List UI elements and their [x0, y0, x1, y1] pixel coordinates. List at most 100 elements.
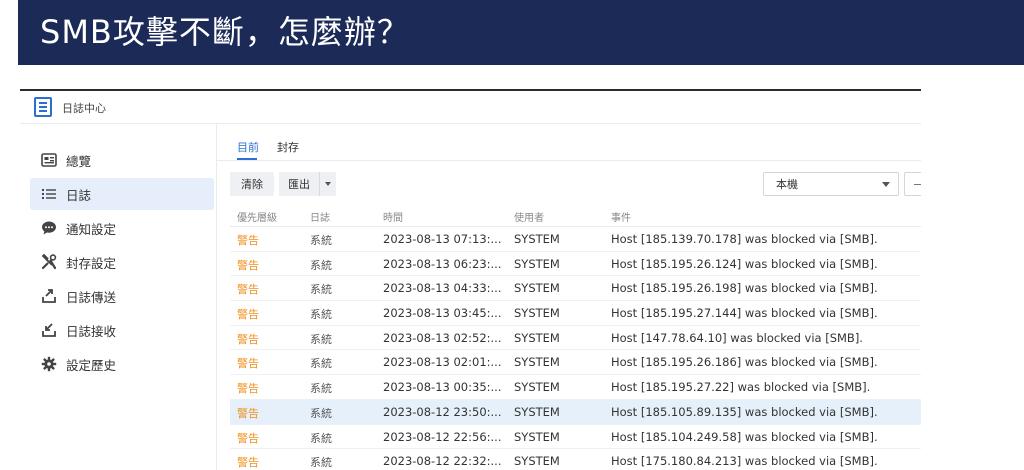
sidebar-item-label: 日誌 — [66, 187, 92, 203]
log-source-value: 本機 — [776, 178, 798, 191]
tools-icon — [40, 253, 58, 271]
caret-down-icon — [325, 182, 331, 186]
cell-user: SYSTEM — [514, 355, 560, 370]
cell-log: 系統 — [310, 357, 332, 371]
chevron-down-icon — [882, 182, 890, 187]
column-header-event[interactable]: 事件 — [611, 209, 631, 224]
sidebar-item-label: 日誌接收 — [66, 323, 117, 339]
column-header-time[interactable]: 時間 — [383, 209, 403, 224]
main-panel: 目前 封存 清除 匯出 本機 優先層級 日誌 時間 使用者 事件 警告 系統 202… — [217, 124, 921, 470]
table-row[interactable]: 警告 系統 2023-08-13 02:01:... SYSTEM Host [185.… — [230, 350, 921, 376]
cell-log: 系統 — [310, 308, 332, 322]
cell-priority: 警告 — [237, 357, 259, 371]
table-row[interactable]: 警告 系統 2023-08-13 03:45:... SYSTEM Host [185.… — [230, 301, 921, 326]
cell-event: Host [185.195.27.22] was blocked via [SM… — [611, 380, 871, 395]
log-center-app-icon — [34, 97, 52, 117]
cell-log: 系統 — [310, 431, 332, 445]
cell-time: 2023-08-12 22:56:... — [383, 429, 502, 444]
cell-time: 2023-08-12 23:50:... — [383, 404, 502, 419]
cell-priority: 警告 — [237, 431, 259, 445]
cell-priority: 警告 — [237, 382, 259, 396]
cell-time: 2023-08-12 22:32:... — [383, 454, 502, 469]
cell-user: SYSTEM — [514, 281, 560, 296]
cell-user: SYSTEM — [514, 232, 560, 246]
cell-log: 系統 — [310, 258, 332, 272]
cell-event: Host [185.195.27.144] was blocked via [S… — [611, 306, 878, 321]
active-tab-indicator — [237, 158, 257, 160]
cell-event: Host [185.195.26.186] was blocked via [S… — [611, 355, 878, 370]
sidebar-item-notification-settings[interactable]: 通知設定 — [30, 212, 214, 244]
sidebar-item-archive-settings[interactable]: 封存設定 — [30, 246, 214, 278]
sidebar-item-overview[interactable]: 總覽 — [30, 144, 214, 176]
tab-bar: 目前 封存 — [217, 124, 921, 161]
table-body: 警告 系統 2023-08-13 07:13:... SYSTEM Host [185.… — [230, 227, 921, 470]
upload-icon — [40, 287, 58, 305]
tab-archive[interactable]: 封存 — [277, 139, 299, 155]
table-row[interactable]: 警告 系統 2023-08-13 07:13:... SYSTEM Host [185.… — [230, 227, 921, 252]
sidebar-item-label: 日誌傳送 — [66, 289, 117, 305]
secondary-select[interactable] — [904, 172, 921, 196]
table-row[interactable]: 警告 系統 2023-08-13 04:33:... SYSTEM Host [185.… — [230, 276, 921, 302]
cell-log: 系統 — [310, 406, 332, 420]
table-header: 優先層級 日誌 時間 使用者 事件 — [230, 204, 921, 227]
banner: SMB攻擊不斷，怎麼辦？ — [18, 0, 1024, 65]
cell-time: 2023-08-13 02:52:... — [383, 330, 502, 345]
sidebar-item-label: 封存設定 — [66, 255, 117, 271]
column-header-log[interactable]: 日誌 — [310, 209, 330, 224]
cell-user: SYSTEM — [514, 380, 560, 395]
sidebar-item-settings-history[interactable]: 設定歷史 — [30, 348, 214, 380]
list-icon — [40, 185, 58, 203]
log-source-select[interactable]: 本機 — [763, 172, 899, 196]
banner-title: SMB攻擊不斷，怎麼辦？ — [40, 13, 410, 51]
cell-priority: 警告 — [237, 308, 259, 322]
cell-priority: 警告 — [237, 283, 259, 297]
cell-event: Host [185.139.70.178] was blocked via [S… — [611, 232, 878, 246]
cell-priority: 警告 — [237, 332, 259, 346]
cell-event: Host [185.195.26.124] was blocked via [S… — [611, 256, 878, 271]
cell-user: SYSTEM — [514, 429, 560, 444]
cell-user: SYSTEM — [514, 454, 560, 469]
sidebar-item-log[interactable]: 日誌 — [30, 178, 214, 210]
export-button[interactable]: 匯出 — [279, 172, 319, 196]
cell-event: Host [185.195.26.198] was blocked via [S… — [611, 281, 878, 296]
overview-icon — [40, 151, 58, 169]
cell-log: 系統 — [310, 332, 332, 346]
cell-user: SYSTEM — [514, 404, 560, 419]
sidebar-item-log-receiving[interactable]: 日誌接收 — [30, 314, 214, 346]
gear-icon — [40, 355, 58, 373]
download-icon — [40, 321, 58, 339]
table-row[interactable]: 警告 系統 2023-08-12 22:32:... SYSTEM Host [175.… — [230, 449, 921, 470]
cell-user: SYSTEM — [514, 330, 560, 345]
cell-event: Host [175.180.84.213] was blocked via [S… — [611, 454, 878, 469]
column-header-priority[interactable]: 優先層級 — [237, 209, 277, 224]
log-center-window: 日誌中心 總覽 日誌 通知設定 封存設定 日誌傳送 日誌接收 設定歷史 目前 封… — [20, 89, 921, 470]
table-row[interactable]: 警告 系統 2023-08-13 00:35:... SYSTEM Host [185.… — [230, 375, 921, 400]
cell-time: 2023-08-13 04:33:... — [383, 281, 502, 296]
cell-time: 2023-08-13 00:35:... — [383, 380, 502, 395]
app-title: 日誌中心 — [62, 102, 106, 115]
table-row[interactable]: 警告 系統 2023-08-13 02:52:... SYSTEM Host [147.… — [230, 326, 921, 351]
sidebar-item-label: 設定歷史 — [66, 357, 117, 373]
table-row[interactable]: 警告 系統 2023-08-12 23:50:... SYSTEM Host [185.… — [230, 399, 921, 425]
tab-current[interactable]: 目前 — [237, 139, 259, 155]
column-header-user[interactable]: 使用者 — [514, 209, 544, 224]
cell-event: Host [185.104.249.58] was blocked via [S… — [611, 429, 878, 444]
cell-event: Host [147.78.64.10] was blocked via [SMB… — [611, 330, 863, 345]
table-row[interactable]: 警告 系統 2023-08-12 22:56:... SYSTEM Host [185.… — [230, 425, 921, 450]
cell-priority: 警告 — [237, 234, 259, 247]
chat-bubble-icon — [40, 219, 58, 237]
table-row[interactable]: 警告 系統 2023-08-13 06:23:... SYSTEM Host [185.… — [230, 252, 921, 277]
cell-event: Host [185.105.89.135] was blocked via [S… — [611, 404, 878, 419]
clear-button[interactable]: 清除 — [230, 172, 274, 196]
sidebar-item-log-sending[interactable]: 日誌傳送 — [30, 280, 214, 312]
cell-priority: 警告 — [237, 406, 259, 420]
cell-log: 系統 — [310, 283, 332, 297]
export-dropdown-button[interactable] — [319, 172, 336, 196]
log-table: 優先層級 日誌 時間 使用者 事件 警告 系統 2023-08-13 07:13:.… — [230, 204, 921, 470]
sidebar-item-label: 總覽 — [66, 153, 92, 169]
cell-log: 系統 — [310, 234, 332, 247]
cell-time: 2023-08-13 02:01:... — [383, 355, 502, 370]
sidebar-item-label: 通知設定 — [66, 221, 117, 237]
cell-time: 2023-08-13 03:45:... — [383, 306, 502, 321]
cell-priority: 警告 — [237, 258, 259, 272]
